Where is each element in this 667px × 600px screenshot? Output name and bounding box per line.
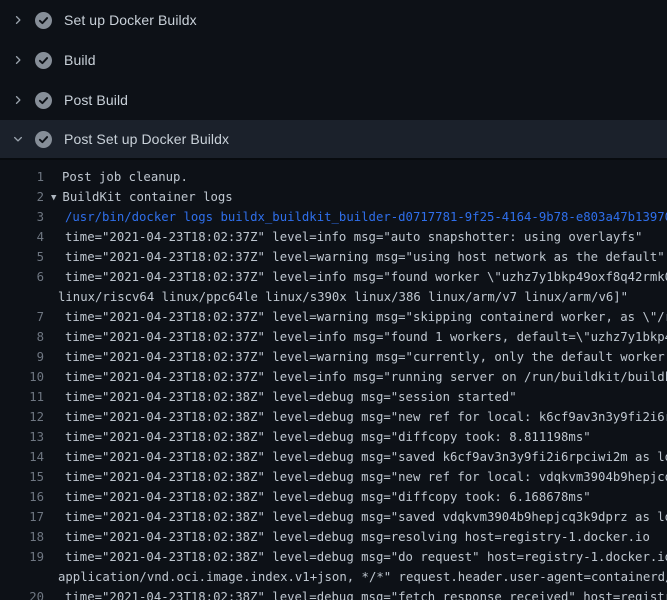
log-text: time="2021-04-23T18:02:38Z" level=debug …: [65, 487, 591, 507]
line-number[interactable]: 18: [0, 527, 44, 547]
log-text: time="2021-04-23T18:02:37Z" level=warnin…: [65, 247, 665, 267]
chevron-right-icon: [12, 14, 24, 26]
log-text: time="2021-04-23T18:02:38Z" level=debug …: [65, 387, 517, 407]
check-circle-icon: [35, 92, 52, 109]
log-line: 15 time="2021-04-23T18:02:38Z" level=debu…: [0, 467, 667, 487]
log-group-title: BuildKit container logs: [62, 190, 232, 204]
log-line: 1 Post job cleanup.: [0, 167, 667, 187]
log-command: /usr/bin/docker logs buildx_buildkit_bui…: [65, 207, 667, 227]
step-label: Post Build: [64, 92, 128, 108]
step-header-post-build[interactable]: Post Build: [0, 80, 667, 120]
log-line: 5 time="2021-04-23T18:02:37Z" level=warni…: [0, 247, 667, 267]
log-line: 7 time="2021-04-23T18:02:37Z" level=warni…: [0, 307, 667, 327]
step-header-set-up-docker-buildx[interactable]: Set up Docker Buildx: [0, 0, 667, 40]
line-number[interactable]: 17: [0, 507, 44, 527]
log-text: time="2021-04-23T18:02:37Z" level=warnin…: [65, 347, 667, 367]
log-text: Post job cleanup.: [62, 167, 188, 187]
log-line: 17 time="2021-04-23T18:02:38Z" level=debu…: [0, 507, 667, 527]
line-number[interactable]: 10: [0, 367, 44, 387]
log-line: 2 ▼ BuildKit container logs: [0, 187, 667, 207]
line-number[interactable]: 12: [0, 407, 44, 427]
step-label: Post Set up Docker Buildx: [64, 131, 229, 147]
log-text: time="2021-04-23T18:02:38Z" level=debug …: [65, 587, 667, 600]
log-text: time="2021-04-23T18:02:38Z" level=debug …: [65, 467, 667, 487]
step-header-post-set-up-docker-buildx[interactable]: Post Set up Docker Buildx: [0, 120, 667, 158]
log-text: time="2021-04-23T18:02:38Z" level=debug …: [65, 547, 667, 567]
log-text: time="2021-04-23T18:02:38Z" level=debug …: [65, 447, 667, 467]
log-line: 12 time="2021-04-23T18:02:38Z" level=debu…: [0, 407, 667, 427]
line-number[interactable]: 8: [0, 327, 44, 347]
line-number[interactable]: 6: [0, 267, 44, 287]
log-line: 10 time="2021-04-23T18:02:37Z" level=info…: [0, 367, 667, 387]
log-line: linux/riscv64 linux/ppc64le linux/s390x …: [0, 287, 667, 307]
log-line: 18 time="2021-04-23T18:02:38Z" level=debu…: [0, 527, 667, 547]
check-circle-icon: [35, 12, 52, 29]
log-viewer: 1 Post job cleanup. 2 ▼ BuildKit container l…: [0, 158, 667, 600]
check-circle-icon: [35, 131, 52, 148]
log-text: linux/riscv64 linux/ppc64le linux/s390x …: [58, 287, 628, 307]
log-line: 11 time="2021-04-23T18:02:38Z" level=debu…: [0, 387, 667, 407]
log-line: 20 time="2021-04-23T18:02:38Z" level=debu…: [0, 587, 667, 600]
chevron-right-icon: [12, 54, 24, 66]
log-text: application/vnd.oci.image.index.v1+json,…: [58, 567, 667, 587]
line-number[interactable]: 20: [0, 587, 44, 600]
step-label: Set up Docker Buildx: [64, 12, 197, 28]
check-circle-icon: [35, 52, 52, 69]
line-number[interactable]: 13: [0, 427, 44, 447]
line-number[interactable]: 15: [0, 467, 44, 487]
log-line: 3/usr/bin/docker logs buildx_buildkit_bu…: [0, 207, 667, 227]
line-number[interactable]: 9: [0, 347, 44, 367]
log-line: 16 time="2021-04-23T18:02:38Z" level=debu…: [0, 487, 667, 507]
log-text: time="2021-04-23T18:02:37Z" level=info m…: [65, 267, 667, 287]
log-text: time="2021-04-23T18:02:38Z" level=debug …: [65, 527, 650, 547]
line-number[interactable]: 4: [0, 227, 44, 247]
log-line: 4 time="2021-04-23T18:02:37Z" level=info …: [0, 227, 667, 247]
chevron-down-icon: [12, 133, 24, 145]
steps-list: Set up Docker Buildx Build Post Build Post …: [0, 0, 667, 158]
step-label: Build: [64, 52, 96, 68]
log-line: 14 time="2021-04-23T18:02:38Z" level=debu…: [0, 447, 667, 467]
log-line: 9 time="2021-04-23T18:02:37Z" level=warni…: [0, 347, 667, 367]
line-number[interactable]: 2: [0, 187, 44, 207]
line-number[interactable]: 7: [0, 307, 44, 327]
log-text: time="2021-04-23T18:02:37Z" level=info m…: [65, 367, 667, 387]
log-text: time="2021-04-23T18:02:38Z" level=debug …: [65, 427, 591, 447]
triangle-down-icon: ▼: [51, 188, 56, 207]
line-number[interactable]: 19: [0, 547, 44, 567]
line-number[interactable]: 1: [0, 167, 44, 187]
line-number[interactable]: 11: [0, 387, 44, 407]
line-number[interactable]: 3: [0, 207, 44, 227]
line-number[interactable]: 5: [0, 247, 44, 267]
line-number: [0, 567, 44, 587]
log-line: 8 time="2021-04-23T18:02:37Z" level=info …: [0, 327, 667, 347]
log-text: time="2021-04-23T18:02:38Z" level=debug …: [65, 507, 667, 527]
log-line: 13 time="2021-04-23T18:02:38Z" level=debu…: [0, 427, 667, 447]
log-line: application/vnd.oci.image.index.v1+json,…: [0, 567, 667, 587]
line-number[interactable]: 14: [0, 447, 44, 467]
line-number[interactable]: 16: [0, 487, 44, 507]
log-text: time="2021-04-23T18:02:37Z" level=warnin…: [65, 307, 667, 327]
log-line: 6 time="2021-04-23T18:02:37Z" level=info …: [0, 267, 667, 287]
log-text: time="2021-04-23T18:02:37Z" level=info m…: [65, 327, 667, 347]
step-header-build[interactable]: Build: [0, 40, 667, 80]
log-group-toggle[interactable]: ▼ BuildKit container logs: [51, 187, 233, 207]
chevron-right-icon: [12, 94, 24, 106]
log-text: time="2021-04-23T18:02:38Z" level=debug …: [65, 407, 667, 427]
line-number: [0, 287, 44, 307]
log-line: 19 time="2021-04-23T18:02:38Z" level=debu…: [0, 547, 667, 567]
log-text: time="2021-04-23T18:02:37Z" level=info m…: [65, 227, 642, 247]
